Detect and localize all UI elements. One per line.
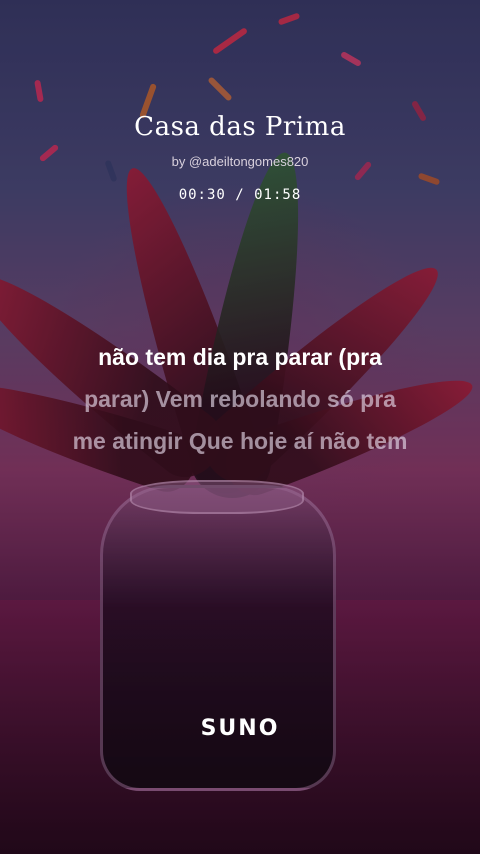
playback-time: 00:30 / 01:58	[178, 187, 302, 203]
lyric-line: parar) Vem rebolando só pra	[84, 386, 396, 412]
lyric-line: me atingir Que hoje aí não tem	[72, 428, 408, 454]
lyrics-panel: não tem dia pra parar (pra parar) Vem re…	[20, 336, 460, 462]
song-title: Casa das Prima	[134, 112, 346, 142]
song-header: Casa das Prima by @adeiltongomes820 00:3…	[0, 112, 480, 203]
suno-logo: SUNO	[200, 716, 280, 741]
artist-byline: by @adeiltongomes820	[171, 154, 309, 169]
lyric-line-active: não tem dia pra parar (pra	[98, 344, 382, 370]
